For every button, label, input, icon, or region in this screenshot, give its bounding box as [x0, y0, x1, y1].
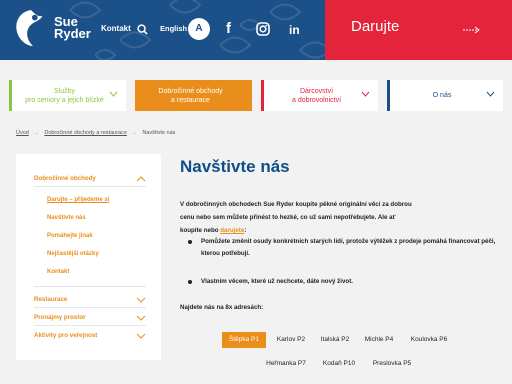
sidebar-item-faq[interactable]: Nejčastější otázky — [47, 251, 99, 257]
chevron-down-icon — [486, 91, 495, 97]
linkedin-icon[interactable]: in — [289, 23, 300, 37]
menu-label-line2: a restaurace — [171, 96, 210, 104]
chevron-up-icon[interactable] — [136, 176, 146, 182]
menu-label: Dárcovství a dobrovolnictví — [286, 87, 353, 105]
menu-label-line2: a dobrovolnictví — [291, 96, 342, 104]
donate-link[interactable]: darujete — [220, 227, 244, 234]
store-tab-preslovka[interactable]: Preslovka P5 — [366, 356, 418, 372]
chevron-down-icon[interactable] — [136, 315, 146, 321]
breadcrumb-section[interactable]: Dobročinné obchody a restaurace — [44, 130, 127, 136]
sidebar: Dobročinné obchody Darujte – přijedeme s… — [16, 154, 161, 360]
sidebar-item-contact[interactable]: Kontakt — [47, 269, 69, 275]
bullet-dot — [188, 280, 192, 284]
store-tab-stepka[interactable]: Štěpka P1 — [222, 332, 266, 348]
menu-color-bar — [261, 80, 264, 111]
main-menu: Služby pro seniory a jejich blízké Dobro… — [9, 80, 503, 112]
donate-label: Darujte — [351, 18, 400, 35]
sidebar-divider — [34, 186, 146, 187]
instagram-icon[interactable] — [256, 22, 270, 36]
breadcrumb-home[interactable]: Úvod — [16, 130, 29, 136]
breadcrumb: Úvod → Dobročinné obchody a restaurace →… — [16, 130, 175, 136]
intro-text: V dobročinných obchodech Sue Ryder koupí… — [180, 201, 412, 234]
breadcrumb-arrow-icon: → — [33, 130, 40, 136]
sidebar-section-shops[interactable]: Dobročinné obchody — [34, 175, 96, 182]
facebook-icon[interactable]: f — [226, 20, 231, 37]
sidebar-section-rentals[interactable]: Pronájmy prostor — [34, 314, 86, 321]
contact-link[interactable]: Kontakt — [101, 24, 131, 33]
menu-item-services[interactable]: Služby pro seniory a jejich blízké — [9, 80, 126, 111]
breadcrumb-arrow-icon: → — [131, 130, 138, 136]
sidebar-item-visit-us[interactable]: Navštivte nás — [47, 215, 86, 221]
logo[interactable]: Sue Ryder — [12, 8, 91, 48]
menu-color-bar — [387, 80, 390, 111]
donate-button[interactable]: Darujte — [325, 0, 512, 60]
menu-label-line2: pro seniory a jejich blízké — [25, 96, 104, 104]
sidebar-item-donate-pickup[interactable]: Darujte – přijedeme si — [47, 197, 109, 203]
store-tab-hermanka[interactable]: Heřmanka P7 — [260, 356, 312, 372]
addresses-heading: Najdete nás na 8x adresách: — [180, 304, 264, 311]
store-tab-kodan[interactable]: Kodaň P10 — [318, 356, 360, 372]
sidebar-divider — [34, 307, 146, 308]
sidebar-section-activities[interactable]: Aktivity pro veřejnost — [34, 332, 97, 339]
sidebar-divider — [34, 286, 146, 287]
menu-color-bar — [9, 80, 12, 111]
intro-colon: : — [244, 227, 247, 234]
chevron-down-icon — [361, 91, 370, 97]
menu-label: Dobročinné obchody a restaurace — [152, 87, 234, 105]
store-tab-italska[interactable]: Italská P2 — [316, 332, 354, 348]
menu-label-line1: Dobročinné obchody — [158, 87, 223, 95]
page-title: Navštivte nás — [180, 157, 290, 176]
menu-label-line1: Dárcovství — [299, 87, 334, 95]
store-tab-karlov[interactable]: Karlov P2 — [271, 332, 311, 348]
sidebar-item-help-otherwise[interactable]: Pomáhejte jinak — [47, 233, 93, 239]
menu-label: O nás — [427, 91, 464, 100]
store-tab-koulovka[interactable]: Koulovka P6 — [404, 332, 454, 348]
chevron-down-icon[interactable] — [136, 333, 146, 339]
bullet-dot — [188, 240, 192, 244]
chevron-down-icon[interactable] — [136, 297, 146, 303]
logo-text-line2: Ryder — [54, 26, 91, 41]
bullet-text: Vlastním věcem, které už nechcete, dáte … — [201, 278, 353, 285]
search-icon[interactable] — [137, 24, 148, 35]
menu-item-shops[interactable]: Dobročinné obchody a restaurace — [135, 80, 252, 111]
chevron-down-icon — [109, 91, 118, 97]
accessibility-label: A — [195, 23, 203, 34]
bullet-text: Pomůžete změnit osudy konkrétních starýc… — [201, 238, 496, 257]
arrow-right-icon — [463, 26, 480, 34]
breadcrumb-current: Navštivte nás — [142, 130, 176, 136]
language-switch[interactable]: English — [160, 24, 187, 33]
sue-ryder-logo-icon — [16, 9, 43, 47]
menu-item-about[interactable]: O nás — [387, 80, 503, 111]
sidebar-section-restaurants[interactable]: Restaurace — [34, 296, 67, 303]
menu-label-line1: O nás — [432, 92, 452, 99]
intro-paragraph: V dobročinných obchodech Sue Ryder koupí… — [180, 198, 418, 237]
sidebar-divider — [34, 325, 146, 326]
menu-label-line1: Služby — [53, 87, 75, 95]
menu-label: Služby pro seniory a jejich blízké — [19, 87, 116, 105]
accessibility-button[interactable]: A — [188, 18, 210, 40]
store-tab-michle[interactable]: Michle P4 — [359, 332, 399, 348]
header-bar: Sue Ryder Kontakt English A f in — [0, 0, 325, 60]
menu-item-donations[interactable]: Dárcovství a dobrovolnictví — [261, 80, 378, 111]
